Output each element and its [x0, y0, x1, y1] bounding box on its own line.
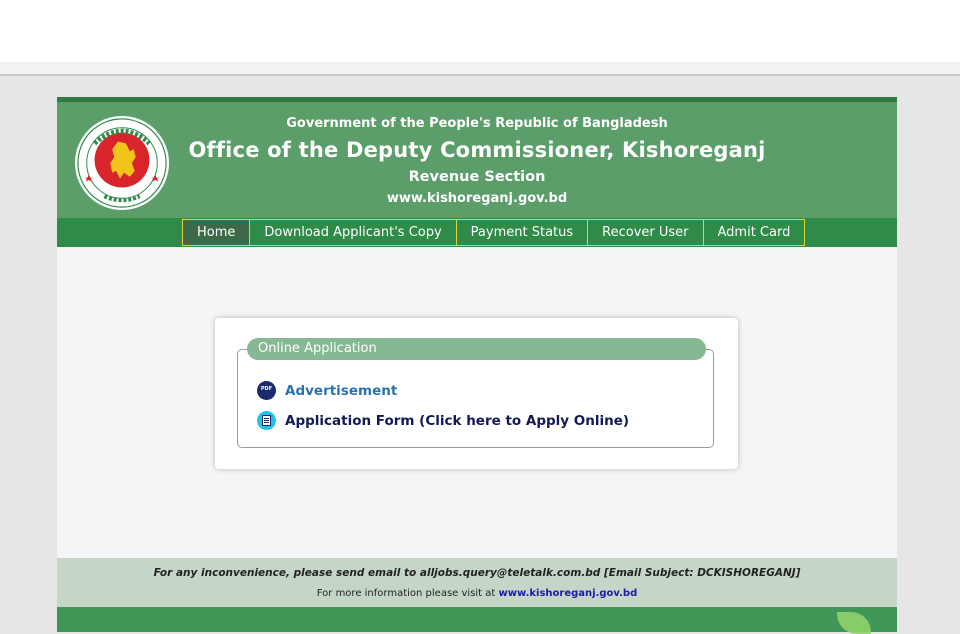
section-title: Revenue Section: [408, 169, 546, 185]
office-title: Office of the Deputy Commissioner, Kisho…: [188, 138, 766, 162]
page-container: Government of the People's Republic of B…: [57, 97, 897, 634]
browser-top-area: [0, 0, 960, 62]
online-application-panel: Online Application PDF Advertisement App…: [215, 318, 738, 469]
top-band: [0, 62, 960, 76]
advertisement-link[interactable]: PDF Advertisement: [257, 381, 397, 400]
nav-recover-user[interactable]: Recover User: [587, 219, 704, 246]
site-footer: For any inconvenience, please send email…: [57, 558, 897, 607]
footer-contact-text: For any inconvenience, please send email…: [153, 567, 801, 579]
nav-bar: Home Download Applicant's Copy Payment S…: [57, 218, 897, 247]
form-icon: [257, 411, 276, 430]
fieldset-legend: Online Application: [247, 338, 706, 360]
gov-title: Government of the People's Republic of B…: [286, 116, 668, 131]
site-header: Government of the People's Republic of B…: [57, 97, 897, 218]
nav-menu: Home Download Applicant's Copy Payment S…: [182, 219, 806, 246]
nav-admit-card[interactable]: Admit Card: [702, 219, 806, 246]
nav-home[interactable]: Home: [182, 219, 251, 246]
website-text: www.kishoreganj.gov.bd: [386, 191, 568, 206]
advertisement-link-label[interactable]: Advertisement: [285, 383, 397, 399]
nav-download-applicants-copy[interactable]: Download Applicant's Copy: [249, 219, 457, 246]
application-form-link[interactable]: Application Form (Click here to Apply On…: [257, 411, 629, 430]
nav-payment-status[interactable]: Payment Status: [455, 219, 589, 246]
footer-info-line: For more information please visit at www…: [57, 588, 897, 599]
application-form-link-label[interactable]: Application Form (Click here to Apply On…: [285, 413, 629, 429]
pdf-icon: PDF: [257, 381, 276, 400]
footer-band: [57, 607, 897, 634]
leaf-decoration-icon: [837, 612, 871, 634]
footer-website-link[interactable]: www.kishoreganj.gov.bd: [499, 588, 638, 599]
footer-info-prefix: For more information please visit at: [316, 588, 496, 599]
